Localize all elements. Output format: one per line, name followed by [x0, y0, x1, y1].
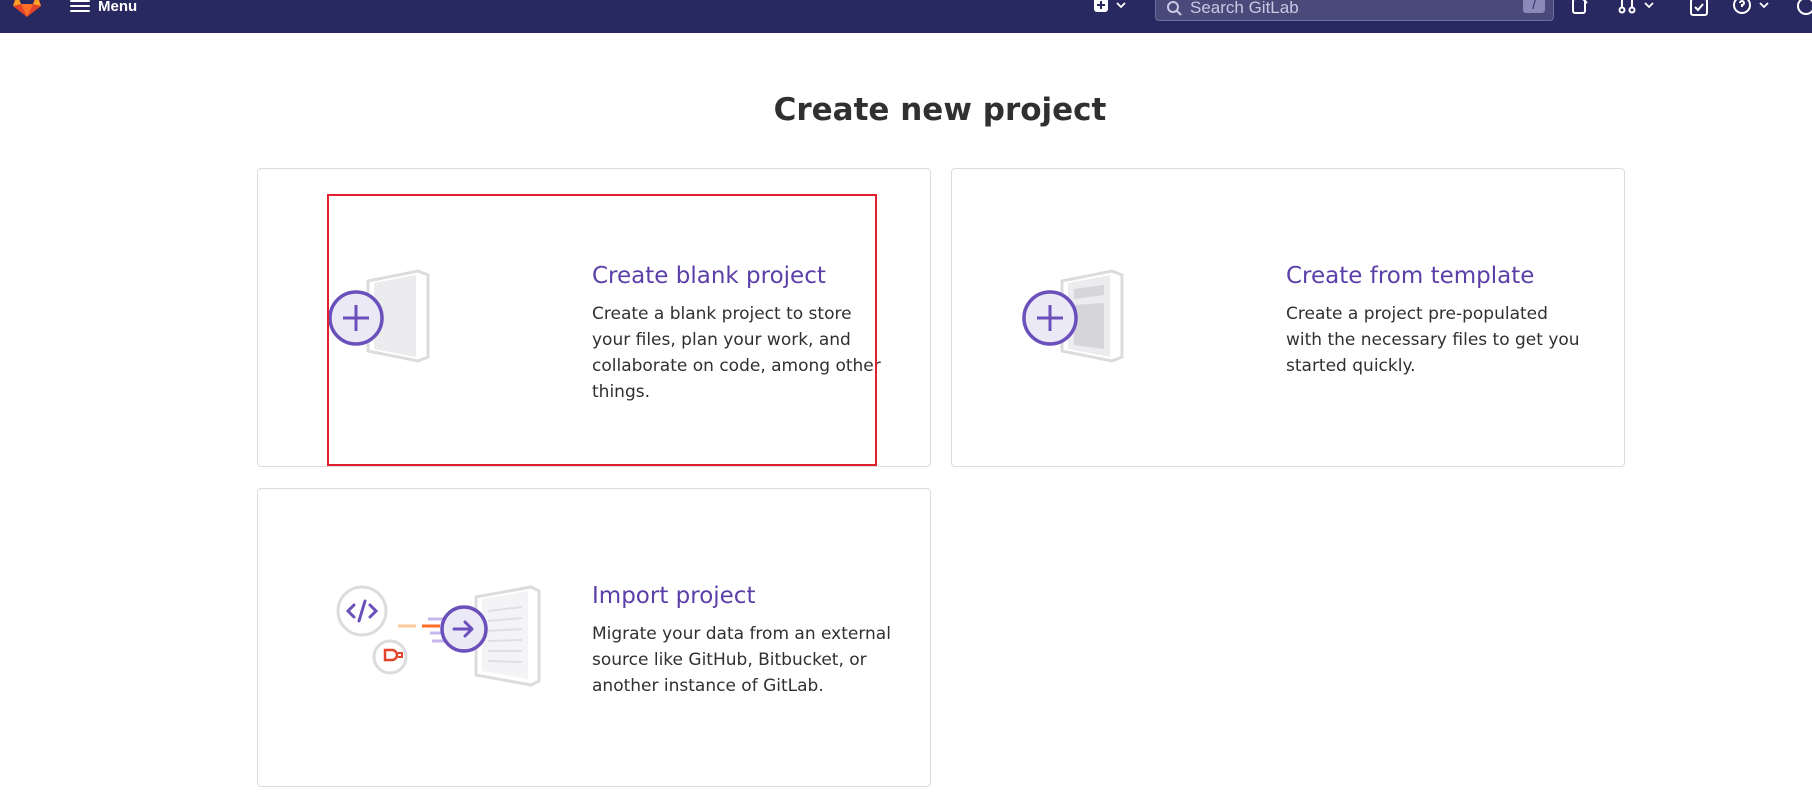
top-navbar: Menu Search GitLab /	[0, 0, 1812, 33]
hamburger-icon	[70, 0, 90, 13]
chevron-down-icon	[1644, 2, 1654, 9]
chevron-down-icon	[1759, 2, 1769, 9]
gitlab-logo-icon[interactable]	[8, 0, 46, 18]
card-text: Import project Migrate your data from an…	[592, 581, 892, 699]
card-title[interactable]: Import project	[592, 581, 892, 611]
card-text: Create blank project Create a blank proj…	[592, 261, 892, 405]
card-description: Migrate your data from an external sourc…	[592, 624, 891, 696]
search-icon	[1167, 0, 1182, 16]
create-new-dropdown[interactable]	[1093, 0, 1127, 16]
plus-square-icon	[1094, 0, 1108, 12]
blank-project-illustration-icon	[328, 269, 430, 363]
import-project-card[interactable]: Import project Migrate your data from an…	[257, 488, 931, 787]
card-text: Create from template Create a project pr…	[1286, 261, 1586, 379]
merge-requests-dropdown[interactable]	[1617, 0, 1655, 16]
card-description: Create a project pre-populated with the …	[1286, 304, 1580, 376]
help-dropdown[interactable]	[1732, 0, 1770, 16]
menu-button[interactable]: Menu	[70, 0, 137, 18]
card-title[interactable]: Create from template	[1286, 261, 1586, 291]
user-avatar-icon[interactable]	[1796, 0, 1812, 16]
merge-request-icon	[1618, 0, 1636, 14]
card-title[interactable]: Create blank project	[592, 261, 892, 291]
create-from-template-card[interactable]: Create from template Create a project pr…	[951, 168, 1625, 467]
import-project-illustration-icon	[336, 585, 541, 687]
page-title: Create new project	[773, 92, 1107, 128]
help-icon	[1733, 0, 1751, 14]
search-shortcut-badge: /	[1523, 0, 1545, 13]
template-project-illustration-icon	[1022, 269, 1124, 363]
create-blank-project-card[interactable]: Create blank project Create a blank proj…	[257, 168, 931, 467]
menu-label: Menu	[98, 0, 138, 15]
chevron-down-icon	[1116, 2, 1126, 9]
search-placeholder: Search GitLab	[1190, 0, 1299, 17]
search-input[interactable]: Search GitLab /	[1155, 0, 1554, 21]
issues-icon[interactable]	[1570, 0, 1590, 16]
card-description: Create a blank project to store your fil…	[592, 304, 881, 402]
todo-icon[interactable]	[1688, 0, 1710, 18]
